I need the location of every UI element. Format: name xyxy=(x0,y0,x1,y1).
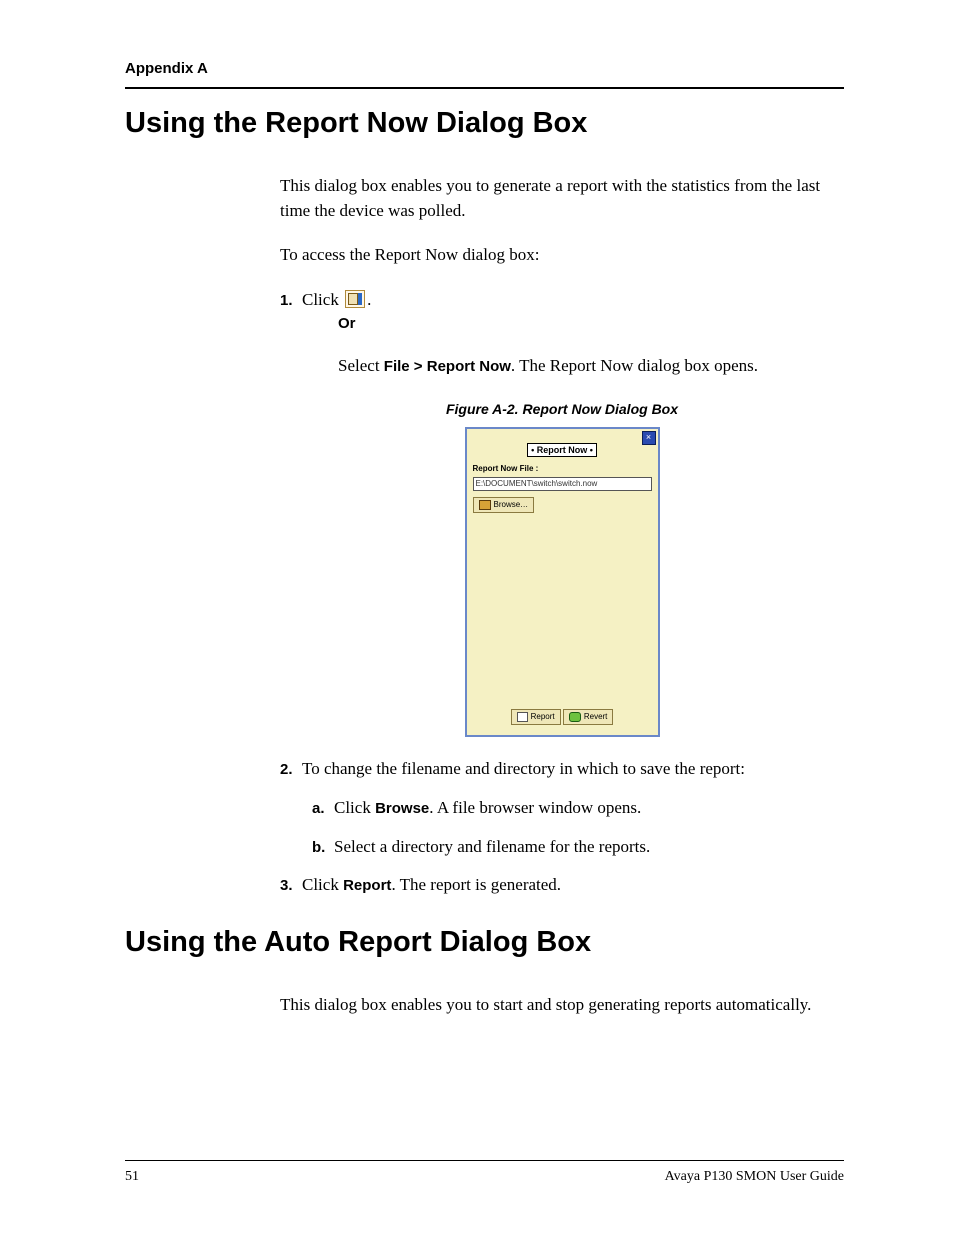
doc-title: Avaya P130 SMON User Guide xyxy=(665,1169,844,1185)
report-icon xyxy=(517,712,528,722)
step-2: 2.To change the filename and directory i… xyxy=(306,757,844,859)
page-header: Appendix A xyxy=(125,60,844,77)
folder-icon xyxy=(479,500,491,510)
report-now-dialog: × • Report Now • Report Now File : E:\DO… xyxy=(465,427,660,737)
browse-button[interactable]: Browse… xyxy=(473,497,535,513)
or-label: Or xyxy=(306,313,844,335)
dialog-title: • Report Now • xyxy=(527,443,597,457)
step-1-text-b: . xyxy=(367,290,371,309)
step-3: 3.Click Report. The report is generated. xyxy=(306,873,844,898)
revert-icon xyxy=(569,712,581,722)
file-label: Report Now File : xyxy=(473,463,658,475)
step-1-text-a: Click xyxy=(302,290,343,309)
figure-caption: Figure A-2. Report Now Dialog Box xyxy=(280,399,844,419)
auto-report-intro: This dialog box enables you to start and… xyxy=(280,993,844,1018)
step-2b: b.Select a directory and filename for th… xyxy=(338,835,844,860)
intro-text-2: To access the Report Now dialog box: xyxy=(280,243,844,268)
heading-auto-report: Using the Auto Report Dialog Box xyxy=(125,926,844,959)
page-number: 51 xyxy=(125,1169,139,1185)
header-rule xyxy=(125,87,844,89)
close-icon[interactable]: × xyxy=(642,431,656,445)
report-button[interactable]: Report xyxy=(511,709,561,725)
step-1: 1.Click . Or Select File > Report Now. T… xyxy=(306,288,844,379)
intro-text-1: This dialog box enables you to generate … xyxy=(280,174,844,223)
heading-report-now: Using the Report Now Dialog Box xyxy=(125,107,844,140)
report-now-icon xyxy=(345,290,365,308)
file-path-input[interactable]: E:\DOCUMENT\switch\switch.now xyxy=(473,477,652,491)
step-1-alt: Select File > Report Now. The Report Now… xyxy=(306,354,844,379)
revert-button[interactable]: Revert xyxy=(563,709,614,725)
page-footer: 51 Avaya P130 SMON User Guide xyxy=(125,1160,844,1185)
step-2a: a.Click Browse. A file browser window op… xyxy=(338,796,844,821)
